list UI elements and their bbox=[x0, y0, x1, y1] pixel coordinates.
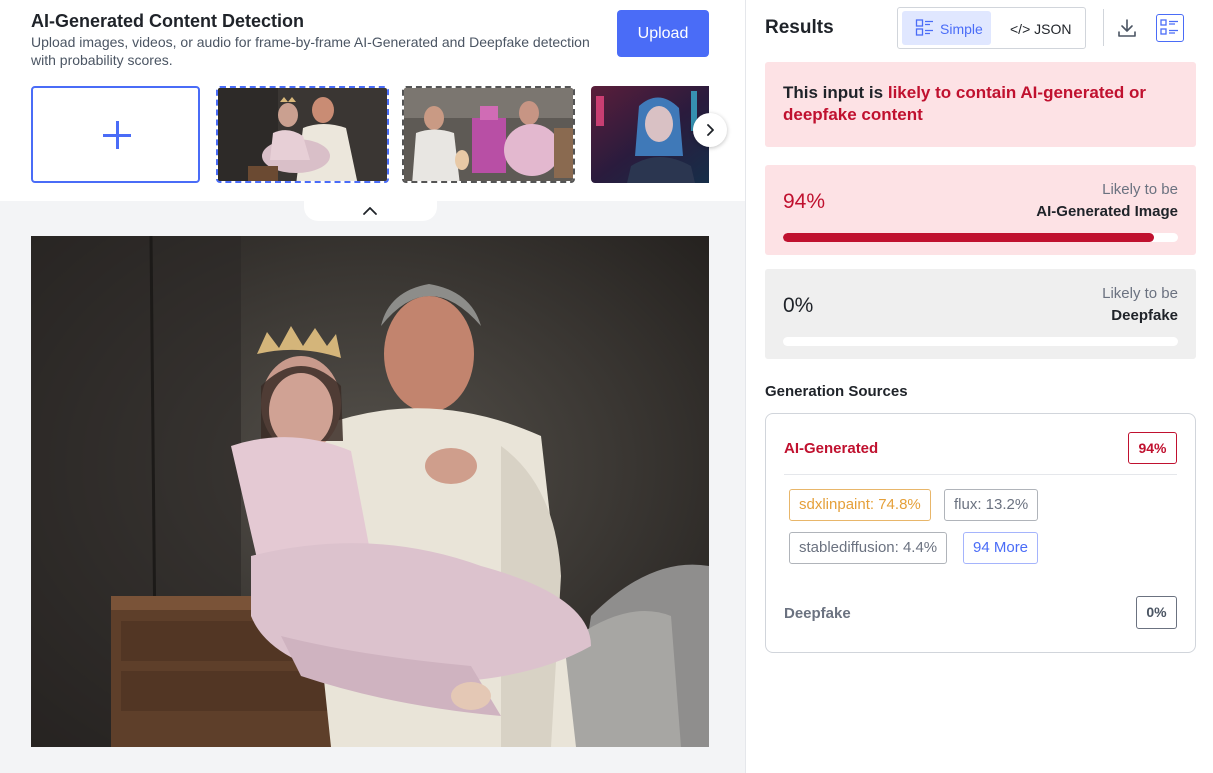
upload-header: AI-Generated Content Detection Upload im… bbox=[0, 0, 745, 201]
ai-generated-score-card: 94% Likely to be AI-Generated Image bbox=[765, 165, 1196, 255]
ai-generated-percent: 94% bbox=[783, 190, 826, 213]
add-media-button[interactable] bbox=[31, 86, 200, 183]
next-thumbnails-button[interactable] bbox=[693, 113, 727, 147]
image-preview bbox=[31, 236, 709, 747]
verdict-banner: This input is likely to contain AI-gener… bbox=[765, 62, 1196, 147]
page-title: AI-Generated Content Detection bbox=[31, 11, 305, 31]
json-view-button[interactable]: </> JSON bbox=[998, 11, 1082, 45]
source-ai-generated-label: AI-Generated bbox=[784, 440, 879, 457]
view-toggle: Simple </> JSON bbox=[897, 7, 1086, 49]
json-view-label: </> JSON bbox=[1010, 21, 1072, 37]
source-deepfake-badge: 0% bbox=[1136, 596, 1177, 629]
download-button[interactable] bbox=[1115, 16, 1139, 40]
upload-button[interactable]: Upload bbox=[617, 10, 709, 57]
deepfake-progress-bar bbox=[783, 337, 1178, 346]
deepfake-score-card: 0% Likely to be Deepfake bbox=[765, 269, 1196, 359]
source-tag: flux: 13.2% bbox=[944, 489, 1039, 521]
thumbnail-3[interactable] bbox=[591, 86, 709, 183]
upload-pane: AI-Generated Content Detection Upload im… bbox=[0, 0, 745, 773]
thumbnail-1[interactable] bbox=[216, 86, 389, 183]
simple-view-button[interactable]: Simple bbox=[902, 11, 991, 45]
details-view-button[interactable] bbox=[1156, 14, 1184, 42]
chevron-right-icon bbox=[707, 124, 714, 136]
results-title: Results bbox=[765, 17, 834, 38]
deepfake-percent: 0% bbox=[783, 294, 814, 317]
thumbnail-2-image bbox=[404, 88, 573, 181]
results-pane: Results Simple </> JSON This input is li… bbox=[745, 0, 1213, 773]
collapse-thumbnails-button[interactable] bbox=[304, 201, 437, 221]
source-tag: stablediffusion: 4.4% bbox=[789, 532, 948, 564]
preview-image bbox=[31, 236, 709, 747]
list-layout-icon bbox=[915, 19, 933, 36]
ai-generated-progress-fill bbox=[783, 233, 1155, 242]
sources-divider bbox=[784, 474, 1177, 475]
ai-generated-kind-label: AI-Generated Image bbox=[1036, 203, 1178, 220]
verdict-prefix: This input is bbox=[783, 83, 888, 102]
ai-generated-progress-bar bbox=[783, 233, 1178, 242]
ai-generated-likely-label: Likely to be bbox=[1102, 181, 1178, 198]
simple-view-label: Simple bbox=[940, 21, 983, 37]
details-list-icon bbox=[1160, 19, 1178, 35]
source-deepfake-label: Deepfake bbox=[784, 605, 851, 622]
deepfake-kind-label: Deepfake bbox=[1111, 307, 1178, 324]
more-sources-button[interactable]: 94 More bbox=[963, 532, 1039, 564]
chevron-up-icon bbox=[363, 207, 377, 215]
source-ai-generated-badge: 94% bbox=[1128, 432, 1177, 464]
thumbnail-strip bbox=[31, 86, 709, 183]
toolbar-divider bbox=[1103, 9, 1104, 46]
page-subtitle: Upload images, videos, or audio for fram… bbox=[31, 34, 590, 68]
thumbnail-1-image bbox=[218, 88, 387, 181]
thumbnail-3-image bbox=[591, 86, 709, 183]
thumbnail-2[interactable] bbox=[402, 86, 575, 183]
generation-sources-panel: AI-Generated 94% sdxlinpaint: 74.8% flux… bbox=[765, 413, 1196, 653]
deepfake-likely-label: Likely to be bbox=[1102, 285, 1178, 302]
generation-sources-title: Generation Sources bbox=[765, 383, 908, 400]
download-icon bbox=[1118, 19, 1136, 37]
source-tag: sdxlinpaint: 74.8% bbox=[789, 489, 931, 521]
